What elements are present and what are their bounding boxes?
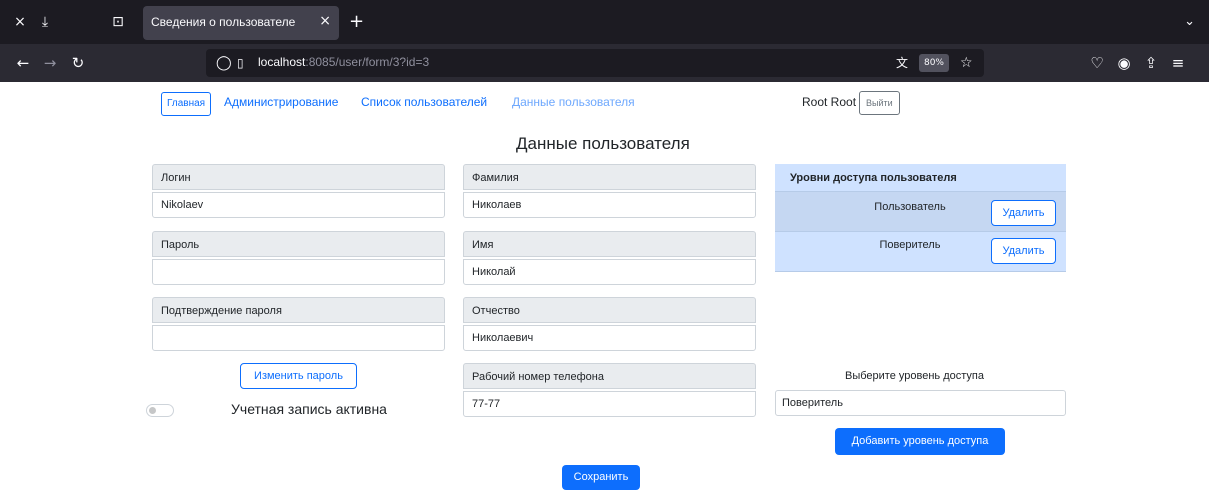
- tab-close-icon[interactable]: ×: [319, 13, 331, 29]
- name-label: Имя: [463, 231, 756, 257]
- account-active-toggle[interactable]: [146, 404, 174, 417]
- login-input[interactable]: Nikolaev: [152, 192, 445, 218]
- tab-title: Сведения о пользователе: [151, 15, 296, 29]
- tab-list-icon[interactable]: ⊡: [106, 10, 130, 34]
- nav-link-user-data[interactable]: Данные пользователя: [512, 95, 635, 109]
- page-icon: ▯: [237, 56, 244, 70]
- extensions-icon[interactable]: ⇪: [1140, 52, 1162, 74]
- zoom-level[interactable]: 80%: [919, 54, 949, 72]
- url-bar[interactable]: ◯ ▯ localhost:8085/user/form/3?id=3 文 80…: [206, 49, 984, 77]
- account-active-label: Учетная запись активна: [231, 401, 387, 417]
- url-text[interactable]: localhost:8085/user/form/3?id=3: [258, 55, 429, 69]
- phone-input[interactable]: 77-77: [463, 391, 756, 417]
- nav-link-users-list[interactable]: Список пользователей: [361, 95, 487, 109]
- delete-access-button[interactable]: Удалить: [991, 238, 1056, 264]
- password-label: Пароль: [152, 231, 445, 257]
- shield-icon[interactable]: ◯: [216, 53, 232, 73]
- patronymic-input[interactable]: Николаевич: [463, 325, 756, 351]
- browser-tab[interactable]: Сведения о пользователе ×: [143, 6, 339, 40]
- password-input[interactable]: [152, 259, 445, 285]
- access-level-name: Пользователь: [874, 201, 946, 213]
- logout-button[interactable]: Выйти: [859, 91, 900, 115]
- account-icon[interactable]: ◉: [1113, 52, 1135, 74]
- forward-icon[interactable]: →: [39, 52, 61, 74]
- new-tab-icon[interactable]: +: [349, 10, 364, 34]
- access-levels-header: Уровни доступа пользователя: [775, 164, 1066, 192]
- access-levels-table: Уровни доступа пользователя Пользователь…: [775, 164, 1066, 272]
- home-button[interactable]: Главная: [161, 92, 212, 116]
- back-icon[interactable]: ←: [12, 52, 34, 74]
- access-select-label: Выберите уровень доступа: [845, 370, 984, 382]
- add-access-button[interactable]: Добавить уровень доступа: [835, 428, 1005, 455]
- access-level-name: Поверитель: [879, 239, 941, 251]
- toggle-knob: [149, 407, 156, 414]
- translate-icon[interactable]: 文: [896, 53, 908, 73]
- page-title: Данные пользователя: [516, 134, 690, 153]
- surname-label: Фамилия: [463, 164, 756, 190]
- name-input[interactable]: Николай: [463, 259, 756, 285]
- star-icon[interactable]: ☆: [960, 53, 973, 73]
- delete-access-button[interactable]: Удалить: [991, 200, 1056, 226]
- reload-icon[interactable]: ↻: [67, 52, 89, 74]
- browser-nav-bar: ← → ↻ ◯ ▯ localhost:8085/user/form/3?id=…: [0, 44, 1209, 82]
- table-row: Поверитель Удалить: [775, 232, 1066, 272]
- patronymic-label: Отчество: [463, 297, 756, 323]
- phone-label: Рабочий номер телефона: [463, 363, 756, 389]
- surname-input[interactable]: Николаев: [463, 192, 756, 218]
- confirm-password-label: Подтверждение пароля: [152, 297, 445, 323]
- table-row: Пользователь Удалить: [775, 192, 1066, 232]
- download-icon[interactable]: ⤓: [33, 10, 57, 34]
- change-password-button[interactable]: Изменить пароль: [240, 363, 357, 389]
- menu-icon[interactable]: ≡: [1167, 52, 1189, 74]
- close-icon[interactable]: ×: [8, 10, 32, 34]
- nav-link-admin[interactable]: Администрирование: [224, 95, 338, 109]
- browser-tab-bar: × ⤓ ⊡ Сведения о пользователе × + ⌄: [0, 0, 1209, 44]
- confirm-password-input[interactable]: [152, 325, 445, 351]
- current-user-name: Root Root: [802, 95, 857, 109]
- pocket-icon[interactable]: ♡: [1086, 52, 1108, 74]
- access-level-select[interactable]: Поверитель: [775, 390, 1066, 416]
- chevron-down-icon[interactable]: ⌄: [1184, 10, 1195, 34]
- login-label: Логин: [152, 164, 445, 190]
- save-button[interactable]: Сохранить: [562, 465, 640, 490]
